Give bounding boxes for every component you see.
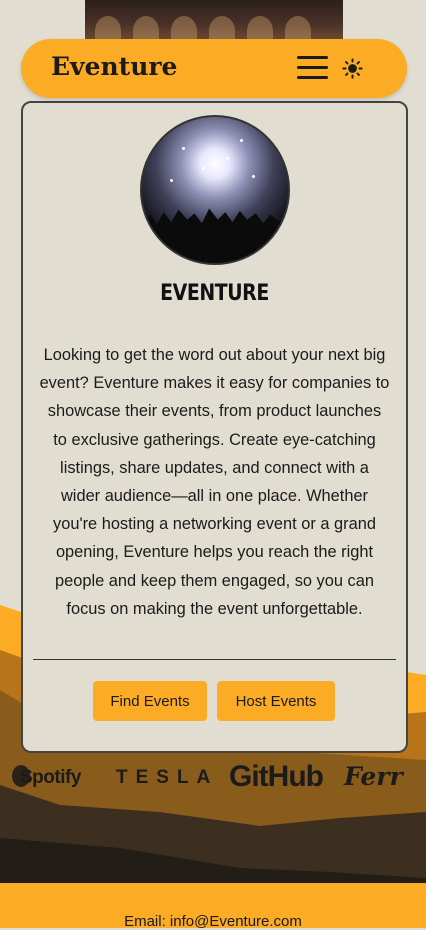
partner-logos-strip: Spotify TESLA GitHub Ferr: [0, 760, 426, 798]
spotify-logo: Spotify: [20, 767, 81, 788]
footer-email[interactable]: Email: info@Eventure.com: [0, 913, 426, 930]
brand-logo[interactable]: Eventure: [51, 52, 177, 81]
navbar: Eventure: [21, 39, 407, 98]
ferrari-logo: Ferr: [344, 762, 403, 791]
sun-icon[interactable]: [342, 58, 363, 79]
description-text: Looking to get the word out about your n…: [39, 346, 390, 618]
hamburger-menu-icon[interactable]: [297, 56, 328, 80]
find-events-button[interactable]: Find Events: [93, 681, 207, 721]
tesla-logo: TESLA: [116, 767, 219, 788]
eventure-wordmark: EVENTURE: [160, 281, 269, 306]
divider: [33, 659, 396, 660]
github-logo: GitHub: [229, 760, 324, 793]
header-background-photo: [85, 0, 343, 40]
host-events-button[interactable]: Host Events: [217, 681, 335, 721]
footer: Email: info@Eventure.com: [0, 883, 426, 930]
about-card: EVENTURE Looking to get the word out abo…: [21, 101, 408, 753]
concert-crowd-photo: [140, 115, 290, 265]
